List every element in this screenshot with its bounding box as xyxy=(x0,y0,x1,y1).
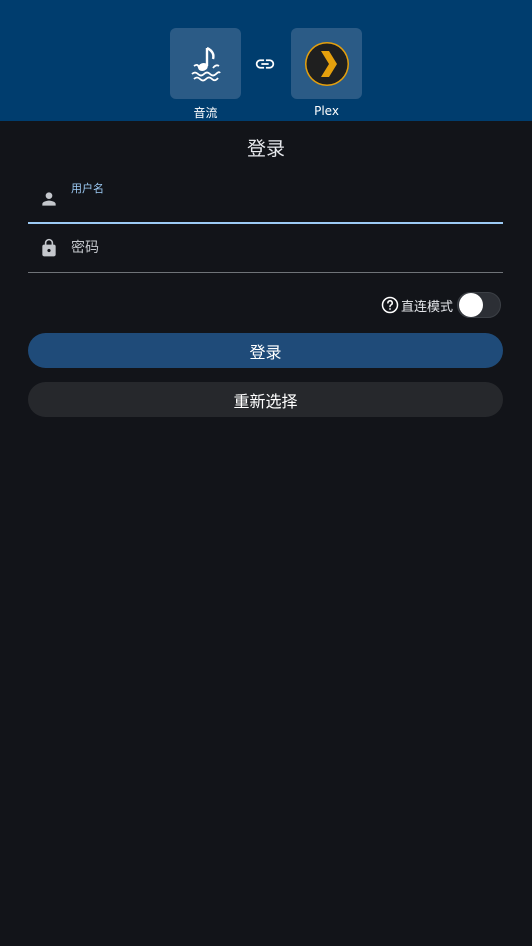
yinliu-app-label: 音流 xyxy=(193,106,218,120)
help-circle-icon[interactable] xyxy=(381,296,399,314)
toggle-knob xyxy=(459,293,483,317)
username-input[interactable] xyxy=(71,196,491,218)
direct-mode-label: 直连模式 xyxy=(400,299,453,315)
direct-mode-row: 直连模式 xyxy=(381,292,501,318)
username-field[interactable]: 用户名 xyxy=(28,176,503,224)
yinliu-app-tile xyxy=(170,28,241,99)
page-title: 登录 xyxy=(246,138,285,160)
direct-mode-toggle[interactable] xyxy=(457,292,501,318)
plex-app-label: Plex xyxy=(314,104,339,118)
reselect-button[interactable]: 重新选择 xyxy=(28,382,503,417)
username-label: 用户名 xyxy=(71,182,104,195)
password-input[interactable] xyxy=(71,237,491,259)
link-icon xyxy=(255,59,275,69)
login-button[interactable]: 登录 xyxy=(28,333,503,368)
music-note-water-icon xyxy=(190,46,221,81)
lock-icon xyxy=(42,238,56,257)
person-icon xyxy=(42,192,56,206)
plex-app-tile xyxy=(291,28,362,99)
password-field[interactable] xyxy=(28,226,503,273)
plex-chevron-icon xyxy=(304,41,349,86)
header-bar: 音流 Plex xyxy=(0,0,532,121)
